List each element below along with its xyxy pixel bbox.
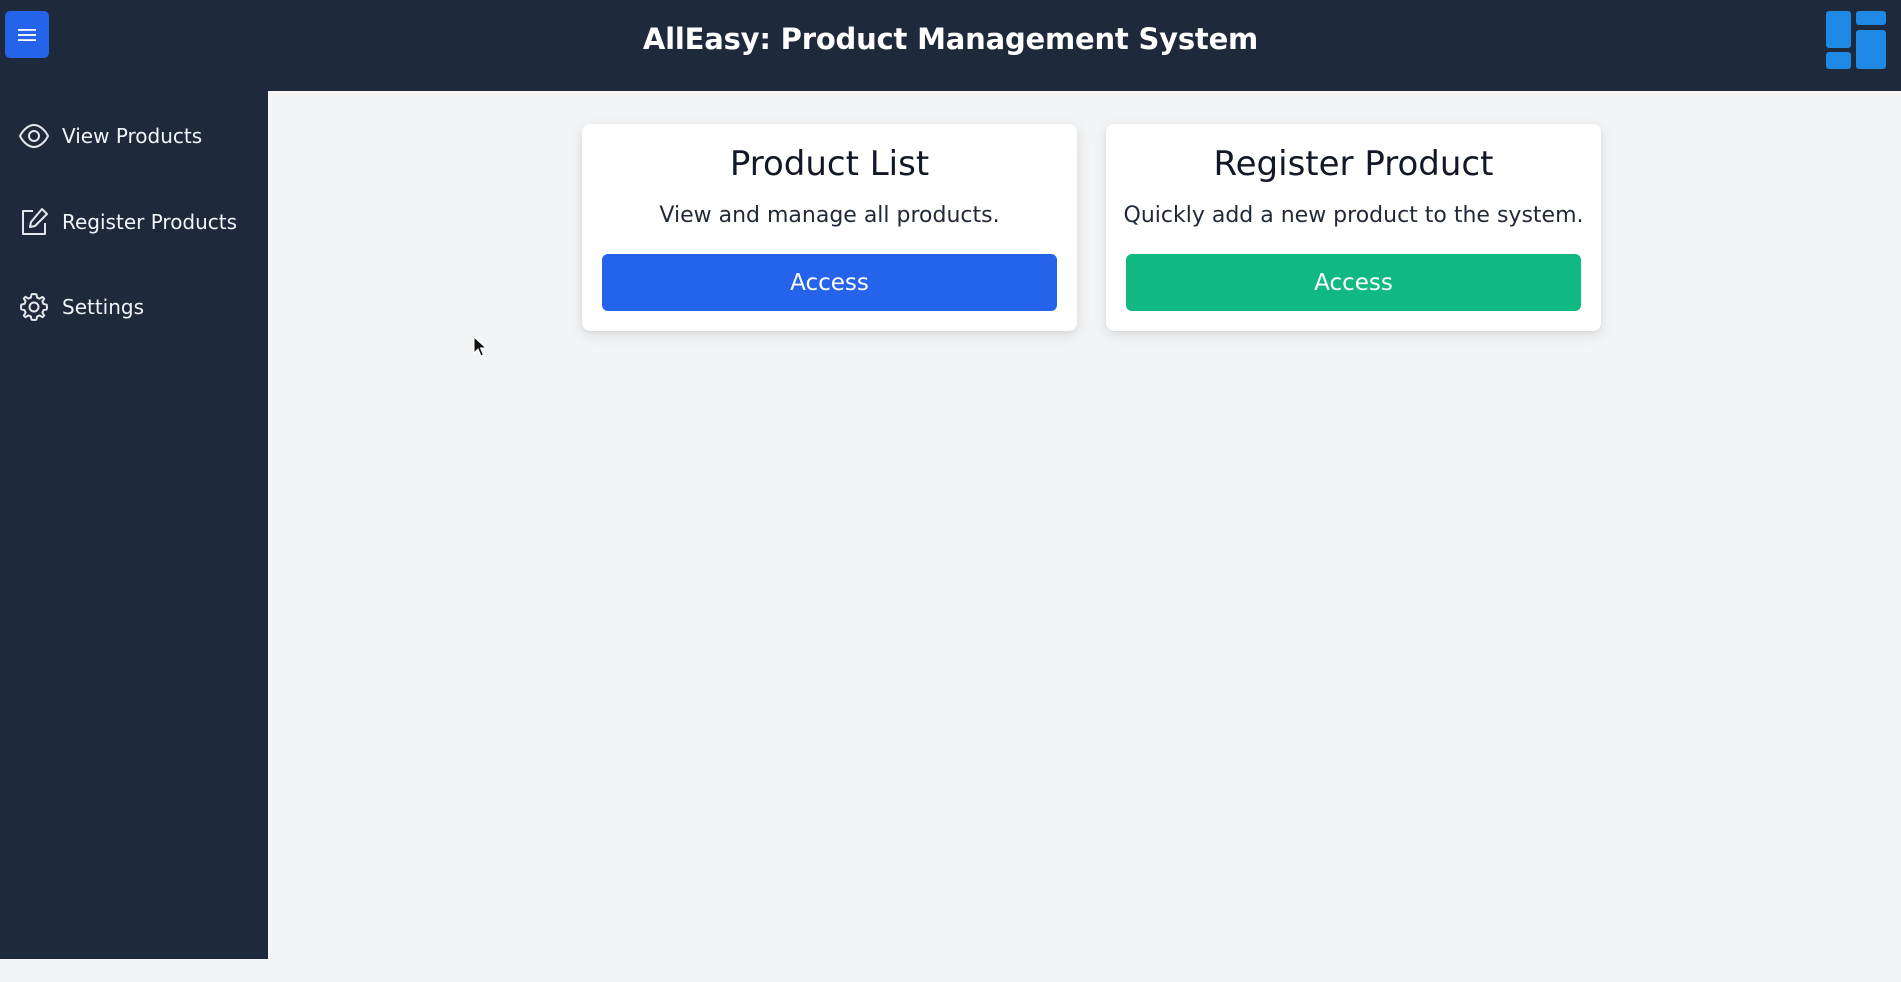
edit-icon	[18, 206, 50, 238]
product-list-card: Product List View and manage all product…	[582, 124, 1077, 331]
card-description: Quickly add a new product to the system.	[1123, 203, 1584, 228]
sidebar-item-label: Settings	[62, 295, 145, 319]
eye-icon	[18, 120, 50, 152]
top-header: AllEasy: Product Management System	[0, 0, 1901, 91]
card-title: Register Product	[1213, 144, 1494, 184]
sidebar: View Products Register Products Settings	[0, 91, 268, 959]
dashboard-grid-icon[interactable]	[1826, 11, 1886, 69]
sidebar-item-view-products[interactable]: View Products	[0, 108, 268, 164]
register-product-access-button[interactable]: Access	[1126, 254, 1581, 311]
gear-icon	[18, 291, 50, 323]
bottom-strip	[0, 959, 1901, 982]
sidebar-item-label: View Products	[62, 124, 203, 148]
sidebar-item-register-products[interactable]: Register Products	[0, 194, 268, 250]
product-list-access-button[interactable]: Access	[602, 254, 1057, 311]
card-description: View and manage all products.	[659, 203, 1000, 228]
sidebar-item-settings[interactable]: Settings	[0, 279, 268, 335]
sidebar-item-label: Register Products	[62, 210, 238, 234]
page-title: AllEasy: Product Management System	[642, 22, 1259, 56]
mouse-cursor-icon	[473, 336, 487, 357]
card-title: Product List	[729, 144, 930, 184]
app-window: AllEasy: Product Management System View …	[0, 0, 1901, 982]
register-product-card: Register Product Quickly add a new produ…	[1106, 124, 1601, 331]
